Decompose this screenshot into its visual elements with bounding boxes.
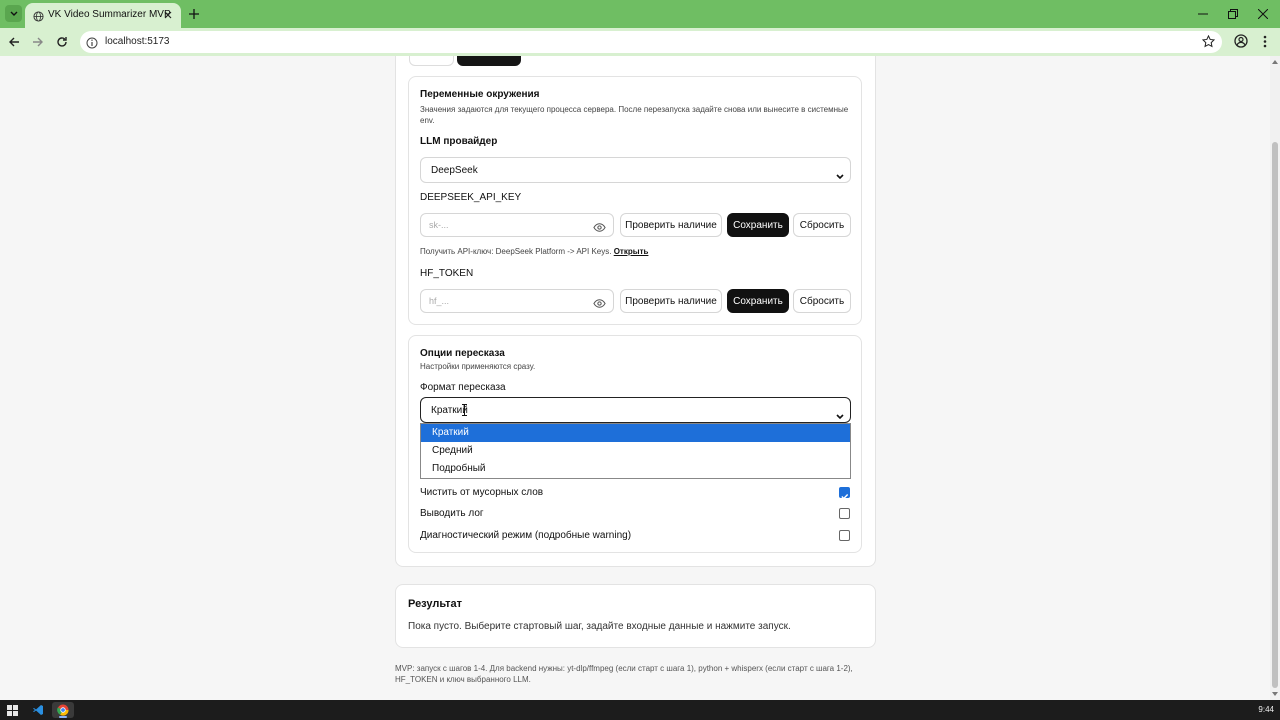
back-button[interactable] [6, 34, 22, 50]
eye-icon[interactable] [593, 220, 606, 238]
taskbar-clock[interactable]: 9:44 [1258, 705, 1274, 714]
address-bar[interactable]: localhost:5173 [80, 31, 1222, 53]
plus-icon [189, 9, 199, 19]
close-window-button[interactable] [1256, 7, 1270, 21]
page-scrollbar[interactable] [1270, 56, 1280, 700]
browser-tab-bar: VK Video Summarizer MVP [0, 0, 1280, 28]
tab-title: VK Video Summarizer MVP [48, 9, 171, 20]
result-text: Пока пусто. Выберите стартовый шаг, зада… [408, 621, 791, 632]
checkbox-diagnostic[interactable] [839, 530, 850, 541]
browser-tab[interactable]: VK Video Summarizer MVP [25, 3, 181, 28]
chrome-icon[interactable] [52, 702, 74, 718]
result-title: Результат [408, 598, 463, 610]
deepseek-key-input[interactable]: sk-... [420, 213, 614, 237]
reload-icon [57, 37, 67, 47]
options-title: Опции пересказа [420, 348, 505, 359]
arrow-right-icon [33, 37, 43, 47]
restore-icon [1228, 9, 1238, 19]
format-dropdown: Краткий Средний Подробный [420, 423, 851, 479]
deepseek-key-placeholder: sk-... [429, 220, 449, 230]
hf-token-label: HF_TOKEN [420, 268, 474, 279]
scroll-down-icon[interactable] [1272, 692, 1278, 696]
llm-provider-label: LLM провайдер [420, 136, 498, 147]
format-label: Формат пересказа [420, 382, 506, 393]
checkbox-label-diagnostic: Диагностический режим (подробные warning… [420, 530, 632, 541]
forward-button[interactable] [30, 34, 46, 50]
restore-button[interactable] [1226, 7, 1240, 21]
format-option-medium[interactable]: Средний [421, 442, 850, 460]
vscode-icon[interactable] [27, 702, 49, 718]
taskbar: 9:44 [0, 700, 1280, 720]
result-card [395, 584, 876, 648]
deepseek-key-label: DEEPSEEK_API_KEY [420, 192, 522, 203]
text-cursor-icon [462, 403, 467, 421]
format-option-detailed[interactable]: Подробный [421, 460, 850, 478]
chevron-down-icon [836, 167, 844, 185]
hf-token-placeholder: hf_... [429, 296, 450, 306]
eye-icon[interactable] [593, 296, 606, 314]
open-link[interactable]: Открыть [614, 247, 649, 256]
tab-active[interactable] [457, 56, 521, 66]
deepseek-reset-button[interactable]: Сбросить [793, 213, 851, 237]
close-icon [1258, 9, 1268, 19]
deepseek-hint-text: Получить API-ключ: DeepSeek Platform -> … [420, 247, 612, 256]
check-icon [841, 494, 849, 500]
scroll-up-icon[interactable] [1272, 60, 1278, 64]
bookmark-star-icon[interactable] [1201, 34, 1216, 53]
reload-button[interactable] [54, 34, 70, 50]
format-select[interactable]: Краткий [420, 397, 851, 423]
menu-kebab-icon[interactable] [1263, 35, 1267, 53]
browser-toolbar: localhost:5173 [0, 28, 1280, 56]
options-subtitle: Настройки применяются сразу. [420, 362, 536, 371]
hf-reset-button[interactable]: Сбросить [793, 289, 851, 313]
env-vars-description: Значения задаются для текущего процесса … [420, 105, 849, 125]
tab-inactive[interactable] [409, 56, 454, 66]
env-vars-title: Переменные окружения [420, 89, 540, 100]
checkbox-label-log: Выводить лог [420, 508, 484, 519]
page-viewport: Переменные окружения Значения задаются д… [0, 56, 1270, 700]
chevron-down-icon [10, 11, 17, 16]
checkbox-clean[interactable] [839, 487, 850, 500]
arrow-left-icon [9, 37, 19, 47]
tab-search-button[interactable] [5, 5, 22, 22]
new-tab-button[interactable] [186, 6, 202, 22]
hf-token-input[interactable]: hf_... [420, 289, 614, 313]
scrollbar-thumb[interactable] [1272, 142, 1278, 688]
hf-save-button[interactable]: Сохранить [727, 289, 789, 313]
deepseek-save-button[interactable]: Сохранить [727, 213, 789, 237]
deepseek-hint: Получить API-ключ: DeepSeek Platform -> … [420, 246, 850, 257]
globe-icon [33, 9, 44, 27]
footer-note: MVP: запуск с шагов 1-4. Для backend нуж… [395, 664, 853, 684]
minimize-icon [1198, 13, 1208, 15]
windows-start-icon[interactable] [1, 702, 23, 718]
llm-provider-value: DeepSeek [431, 165, 478, 176]
site-info-icon[interactable] [86, 36, 98, 54]
checkbox-label-clean: Чистить от мусорных слов [420, 487, 544, 498]
deepseek-check-button[interactable]: Проверить наличие [620, 213, 722, 237]
format-option-short[interactable]: Краткий [421, 424, 850, 442]
checkbox-log[interactable] [839, 508, 850, 519]
minimize-button[interactable] [1196, 7, 1210, 21]
profile-icon[interactable] [1234, 34, 1248, 53]
llm-provider-select[interactable]: DeepSeek [420, 157, 851, 183]
hf-check-button[interactable]: Проверить наличие [620, 289, 722, 313]
url-text[interactable]: localhost:5173 [105, 36, 170, 47]
close-icon[interactable] [161, 8, 175, 22]
